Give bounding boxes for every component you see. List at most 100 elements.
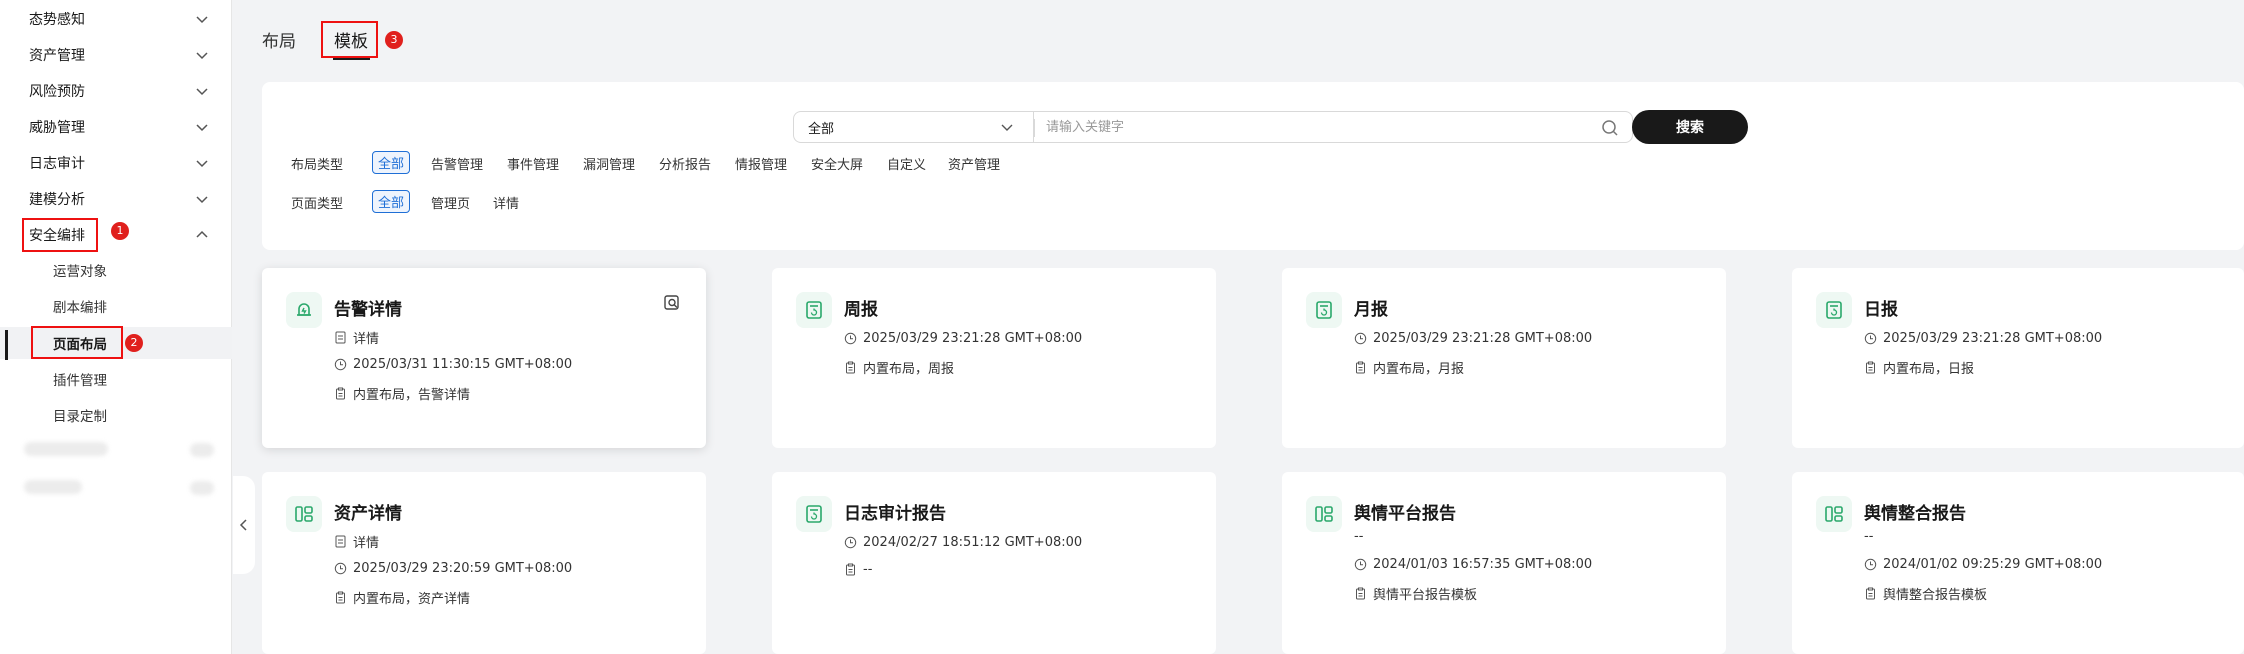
card-desc-text: --	[863, 562, 873, 577]
tab-template[interactable]: 模板	[334, 27, 368, 52]
card-title: 舆情整合报告	[1864, 504, 1966, 524]
card-time-text: 2024/02/27 18:51:12 GMT+08:00	[863, 535, 1083, 550]
template-card[interactable]: 资产详情 详情 2025/03/29 23:20:59 GMT+08:00 内置…	[262, 472, 706, 654]
layout-type-option-all[interactable]: 全部	[372, 151, 411, 174]
card-title: 资产详情	[334, 504, 402, 524]
chevron-down-icon	[196, 124, 208, 132]
layout-icon	[1816, 496, 1852, 532]
card-desc: 舆情整合报告模板	[1864, 584, 1987, 603]
search-divider	[1034, 119, 1035, 137]
layout-type-option-asset[interactable]: 资产管理	[948, 154, 1000, 173]
nav-item-modeling-analysis[interactable]: 建模分析	[0, 181, 232, 217]
card-time-text: 2025/03/31 11:30:15 GMT+08:00	[353, 357, 573, 372]
page-type-option-detail[interactable]: 详情	[493, 193, 519, 212]
nav-item-asset-management[interactable]: 资产管理	[0, 37, 232, 73]
card-desc: 内置布局，月报	[1354, 358, 1464, 377]
document-icon	[335, 535, 346, 548]
card-time: 2025/03/29 23:21:28 GMT+08:00	[844, 331, 1082, 346]
card-time: 2024/01/02 09:25:29 GMT+08:00	[1864, 557, 2102, 572]
card-time-text: 2025/03/29 23:21:28 GMT+08:00	[863, 331, 1083, 346]
template-card[interactable]: 周报 2025/03/29 23:21:28 GMT+08:00 内置布局，周报	[772, 268, 1216, 448]
layout-type-option-event[interactable]: 事件管理	[507, 154, 559, 173]
clock-icon	[1864, 558, 1877, 571]
clipboard-icon	[1356, 361, 1365, 374]
template-card[interactable]: 舆情平台报告 -- 2024/01/03 16:57:35 GMT+08:00 …	[1282, 472, 1726, 654]
blurred-nav-chevron	[190, 443, 214, 457]
tab-active-underline	[333, 58, 370, 60]
card-type: 详情	[334, 532, 379, 551]
card-time: 2025/03/29 23:21:28 GMT+08:00	[1864, 331, 2102, 346]
clock-icon	[844, 536, 857, 549]
card-type: 详情	[334, 328, 379, 347]
nav-sub-catalog-customization[interactable]: 目录定制	[0, 399, 232, 431]
bell-icon	[286, 292, 322, 328]
template-card[interactable]: 日报 2025/03/29 23:21:28 GMT+08:00 内置布局，日报	[1792, 268, 2244, 448]
card-time: 2024/01/03 16:57:35 GMT+08:00	[1354, 557, 1592, 572]
nav-sub-label: 剧本编排	[53, 300, 107, 316]
report-icon	[1816, 292, 1852, 328]
card-desc-text: 内置布局，日报	[1883, 362, 1975, 377]
tab-layout[interactable]: 布局	[262, 27, 296, 52]
sidebar-collapse-toggle[interactable]	[233, 476, 255, 574]
preview-icon[interactable]	[662, 293, 682, 313]
chevron-down-icon	[196, 196, 208, 204]
search-button[interactable]: 搜索	[1632, 110, 1748, 144]
card-desc: 内置布局，告警详情	[334, 384, 470, 403]
blurred-nav-item	[24, 442, 108, 456]
nav-item-label: 风险预防	[29, 84, 85, 100]
layout-type-option-analysis[interactable]: 分析报告	[659, 154, 711, 173]
layout-type-option-intel[interactable]: 情报管理	[735, 154, 787, 173]
clipboard-icon	[846, 361, 855, 374]
nav-item-threat-management[interactable]: 威胁管理	[0, 109, 232, 145]
template-card[interactable]: 日志审计报告 2024/02/27 18:51:12 GMT+08:00 --	[772, 472, 1216, 654]
nav-sub-playbook[interactable]: 剧本编排	[0, 290, 232, 322]
clipboard-icon	[1866, 587, 1875, 600]
filter-panel	[262, 82, 2244, 250]
page-type-option-all[interactable]: 全部	[372, 190, 411, 213]
layout-type-label: 布局类型	[291, 158, 344, 173]
card-desc-text: 舆情整合报告模板	[1883, 588, 1988, 603]
card-title: 月报	[1354, 300, 1388, 320]
card-time: 2025/03/29 23:21:28 GMT+08:00	[1354, 331, 1592, 346]
search-scope-select[interactable]: 全部	[793, 111, 1033, 143]
chevron-up-icon	[196, 230, 208, 238]
layout-type-option-screen[interactable]: 安全大屏	[811, 154, 863, 173]
template-card[interactable]: 舆情整合报告 -- 2024/01/02 09:25:29 GMT+08:00 …	[1792, 472, 2244, 654]
layout-type-option-custom[interactable]: 自定义	[887, 154, 926, 173]
card-time: 2024/02/27 18:51:12 GMT+08:00	[844, 535, 1082, 550]
layout-type-option-alert[interactable]: 告警管理	[431, 154, 483, 173]
layout-icon	[1306, 496, 1342, 532]
card-title: 周报	[844, 300, 878, 320]
card-title: 舆情平台报告	[1354, 504, 1456, 524]
template-card[interactable]: 告警详情 详情 2025/03/31 11:30:15 GMT+08:00 内置…	[262, 268, 706, 448]
nav-sub-operation-objects[interactable]: 运营对象	[0, 254, 232, 286]
chevron-down-icon	[196, 52, 208, 60]
card-desc-text: 内置布局，月报	[1373, 362, 1465, 377]
search-scope-value: 全部	[808, 121, 835, 137]
search-icon[interactable]	[1600, 118, 1620, 138]
card-time-text: 2025/03/29 23:21:28 GMT+08:00	[1373, 331, 1593, 346]
clipboard-icon	[336, 591, 345, 604]
page-type-option-management[interactable]: 管理页	[431, 193, 470, 212]
card-desc: 舆情平台报告模板	[1354, 584, 1477, 603]
layout-type-option-vuln[interactable]: 漏洞管理	[583, 154, 635, 173]
layout-icon	[286, 496, 322, 532]
nav-item-situation-awareness[interactable]: 态势感知	[0, 1, 232, 37]
card-title: 日志审计报告	[844, 504, 946, 524]
document-icon	[335, 331, 346, 344]
nav-sub-plugin-management[interactable]: 插件管理	[0, 363, 232, 395]
card-type-text: 详情	[353, 536, 380, 551]
template-card[interactable]: 月报 2025/03/29 23:21:28 GMT+08:00 内置布局，月报	[1282, 268, 1726, 448]
card-desc: 内置布局，资产详情	[334, 588, 470, 607]
search-input[interactable]	[1046, 117, 1586, 137]
card-time-text: 2025/03/29 23:21:28 GMT+08:00	[1883, 331, 2103, 346]
card-title: 日报	[1864, 300, 1898, 320]
nav-item-risk-prevention[interactable]: 风险预防	[0, 73, 232, 109]
card-desc-text: 舆情平台报告模板	[1373, 588, 1478, 603]
nav-item-log-audit[interactable]: 日志审计	[0, 145, 232, 181]
card-time: 2025/03/29 23:20:59 GMT+08:00	[334, 561, 572, 576]
card-desc-text: 内置布局，资产详情	[353, 592, 471, 607]
clipboard-icon	[846, 563, 855, 576]
chevron-down-icon	[1001, 124, 1013, 131]
card-desc: 内置布局，周报	[844, 358, 954, 377]
